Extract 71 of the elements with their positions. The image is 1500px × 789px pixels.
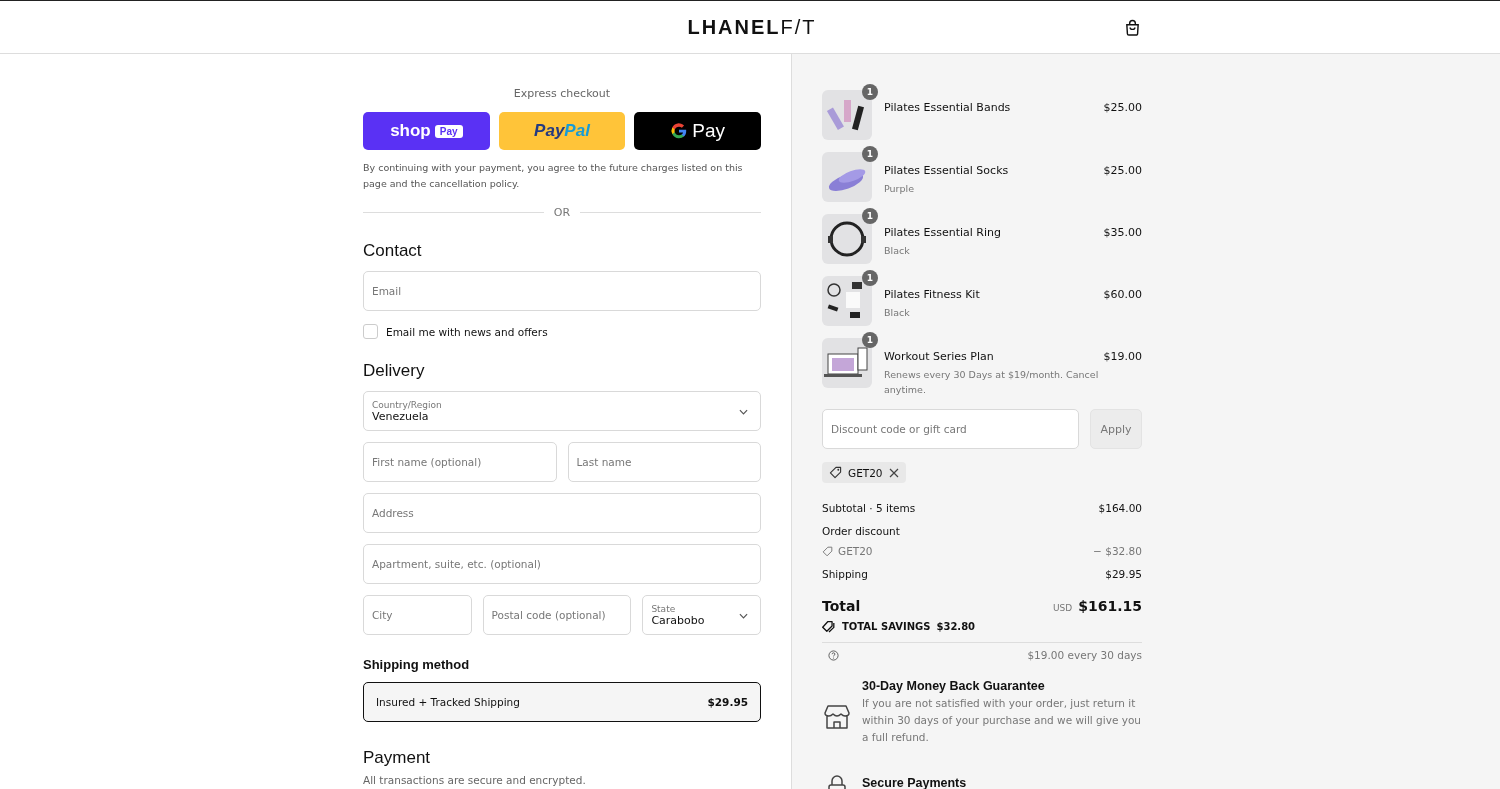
summary-value: $164.00: [1098, 501, 1142, 514]
help-icon[interactable]: [828, 649, 839, 661]
product-price: $25.00: [1103, 100, 1142, 114]
text-field[interactable]: Last name: [567, 442, 761, 482]
tag-icon: [829, 466, 842, 479]
summary-value: − $32.80: [1093, 545, 1142, 557]
payment-heading: Payment: [363, 748, 432, 768]
newsletter-checkbox[interactable]: [363, 324, 378, 339]
summary-label: Order discount: [822, 524, 900, 537]
quantity-badge: 1: [862, 84, 878, 100]
or-divider-label: OR: [553, 206, 571, 219]
text-field[interactable]: Postal code (optional): [482, 595, 632, 635]
contact-heading: Contact: [363, 241, 423, 261]
text-field[interactable]: Apartment, suite, etc. (optional): [363, 544, 761, 584]
feature-description: If you are not satisfied with your order, just return it within 30 days of your purchase and we will give you a full refund.: [862, 696, 1142, 745]
tag-icon: [822, 545, 833, 557]
payment-note: All transactions are secure and encrypted.: [363, 774, 587, 786]
select-field[interactable]: State Carabobo: [642, 595, 761, 635]
text-field[interactable]: Address: [363, 493, 761, 533]
product-variant: Purple: [884, 182, 915, 196]
shipping-option[interactable]: Insured + Tracked Shipping $29.95: [363, 682, 761, 722]
product-price: $35.00: [1103, 225, 1142, 239]
product-price: $60.00: [1103, 287, 1142, 301]
savings-label: TOTAL SAVINGS: [842, 621, 931, 632]
chevron-down-icon: [739, 409, 748, 415]
text-field[interactable]: First name (optional): [363, 442, 557, 482]
product-price: $25.00: [1103, 163, 1142, 177]
email-field[interactable]: Email: [363, 271, 761, 311]
quantity-badge: 1: [862, 208, 878, 224]
product-variant: Black: [884, 244, 911, 258]
product-name: Pilates Essential Socks: [884, 164, 1010, 177]
total-label: Total: [822, 598, 861, 614]
summary-label: Shipping: [822, 567, 868, 580]
quantity-badge: 1: [862, 270, 878, 286]
shipping-method-heading: Shipping method: [363, 657, 471, 672]
google-pay-button[interactable]: Pay: [634, 112, 761, 150]
apply-button[interactable]: Apply: [1090, 409, 1142, 449]
quantity-badge: 1: [862, 146, 878, 162]
savings-value: $32.80: [936, 621, 976, 632]
feature-title: 30-Day Money Back Guarantee: [862, 679, 1046, 693]
shopping-bag-icon[interactable]: [1124, 19, 1141, 36]
total-value: $161.15: [1078, 598, 1142, 614]
newsletter-label: Email me with news and offers: [386, 325, 548, 338]
feature-title: Secure Payments: [862, 776, 967, 789]
select-field[interactable]: Country/Region Venezuela: [363, 391, 761, 431]
delivery-heading: Delivery: [363, 361, 426, 381]
recurring-price: $19.00 every 30 days: [1027, 649, 1142, 661]
product-name: Pilates Essential Ring: [884, 226, 1003, 239]
express-title: Express checkout: [512, 87, 612, 100]
product-price: $19.00: [1103, 349, 1142, 363]
paypal-button[interactable]: PayPal: [498, 112, 626, 150]
product-variant: Renews every 30 Days at $19/month. Cancel anytime.: [884, 368, 1100, 397]
discount-chip: GET20: [822, 462, 906, 483]
google-g-icon: [670, 122, 689, 140]
text-field[interactable]: City: [363, 595, 472, 635]
summary-label: Subtotal · 5 items: [822, 501, 916, 514]
tags-icon: [822, 620, 836, 633]
product-variant: Black: [884, 306, 911, 320]
currency-label: USD: [1053, 603, 1073, 613]
product-name: Pilates Fitness Kit: [884, 288, 981, 301]
product-name: Pilates Essential Bands: [884, 101, 1012, 114]
summary-value: $29.95: [1105, 567, 1142, 580]
payment-notice: By continuing with your payment, you agree to the future charges listed on this page and the cancellation policy.: [363, 161, 744, 191]
discount-field[interactable]: Discount code or gift card: [822, 409, 1079, 449]
product-name: Workout Series Plan: [884, 350, 995, 363]
logo[interactable]: LHANELF/T: [687, 15, 817, 39]
close-icon[interactable]: [888, 467, 899, 478]
quantity-badge: 1: [862, 332, 878, 348]
chevron-down-icon: [739, 613, 748, 619]
shop-pay-button[interactable]: shop Pay: [363, 112, 490, 150]
discount-code-label: GET20: [838, 545, 873, 557]
